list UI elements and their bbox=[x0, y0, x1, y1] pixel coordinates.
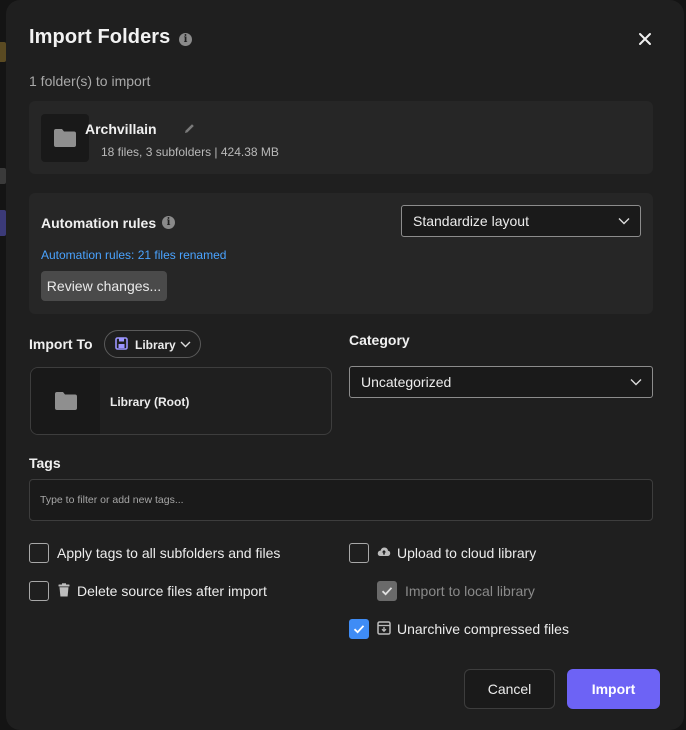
upload-cloud-label: Upload to cloud library bbox=[397, 545, 537, 561]
import-local-checkbox[interactable] bbox=[377, 581, 397, 601]
checkmark-icon bbox=[381, 587, 393, 596]
folder-card bbox=[29, 101, 653, 174]
import-button[interactable]: Import bbox=[567, 669, 660, 709]
folder-icon bbox=[54, 129, 76, 147]
dialog-title: Import Folders bbox=[29, 26, 171, 48]
delete-source-checkbox[interactable] bbox=[29, 581, 49, 601]
rename-pencil-icon[interactable] bbox=[183, 122, 196, 135]
delete-source-label: Delete source files after import bbox=[77, 583, 267, 599]
apply-tags-checkbox[interactable] bbox=[29, 543, 49, 563]
chevron-down-icon bbox=[180, 341, 191, 348]
category-select-value: Uncategorized bbox=[361, 374, 452, 390]
cloud-upload-icon bbox=[377, 547, 391, 556]
trash-icon bbox=[58, 583, 70, 597]
folder-name: Archvillain bbox=[85, 121, 157, 137]
folder-thumbnail bbox=[41, 114, 89, 162]
layout-select[interactable]: Standardize layout bbox=[401, 205, 641, 237]
folder-meta: 18 files, 3 subfolders | 424.38 MB bbox=[101, 145, 279, 159]
destination-label: Library (Root) bbox=[110, 395, 190, 409]
import-folders-dialog: Import Folders i 1 folder(s) to import A… bbox=[6, 0, 684, 730]
unarchive-checkbox[interactable] bbox=[349, 619, 369, 639]
close-icon bbox=[639, 33, 651, 45]
automation-summary-link[interactable]: Automation rules: 21 files renamed bbox=[41, 248, 226, 262]
cancel-button[interactable]: Cancel bbox=[464, 669, 555, 709]
destination-card[interactable]: Library (Root) bbox=[30, 367, 332, 435]
folder-icon bbox=[54, 392, 77, 410]
library-selector[interactable]: Library bbox=[104, 330, 201, 358]
tags-input[interactable] bbox=[40, 494, 652, 506]
import-local-label: Import to local library bbox=[405, 583, 535, 599]
category-select[interactable]: Uncategorized bbox=[349, 366, 653, 398]
layout-select-value: Standardize layout bbox=[413, 213, 529, 229]
review-changes-button[interactable]: Review changes... bbox=[41, 271, 167, 301]
tags-label: Tags bbox=[29, 455, 61, 471]
category-label: Category bbox=[349, 332, 410, 348]
checkmark-icon bbox=[353, 625, 365, 634]
tags-field[interactable] bbox=[29, 479, 653, 521]
automation-title: Automation rules bbox=[41, 215, 157, 231]
folder-count: 1 folder(s) to import bbox=[29, 73, 151, 89]
chevron-down-icon bbox=[618, 218, 630, 225]
import-to-label: Import To bbox=[29, 336, 93, 352]
library-selector-label: Library bbox=[135, 338, 176, 352]
chevron-down-icon bbox=[630, 379, 642, 386]
library-save-icon bbox=[115, 337, 128, 350]
title-info-icon[interactable]: i bbox=[179, 33, 192, 46]
archive-icon bbox=[377, 621, 391, 635]
close-button[interactable] bbox=[634, 28, 656, 50]
apply-tags-label: Apply tags to all subfolders and files bbox=[57, 545, 281, 561]
upload-cloud-checkbox[interactable] bbox=[349, 543, 369, 563]
unarchive-label: Unarchive compressed files bbox=[397, 621, 569, 637]
destination-thumbnail bbox=[31, 368, 100, 434]
automation-info-icon[interactable]: i bbox=[162, 216, 175, 229]
